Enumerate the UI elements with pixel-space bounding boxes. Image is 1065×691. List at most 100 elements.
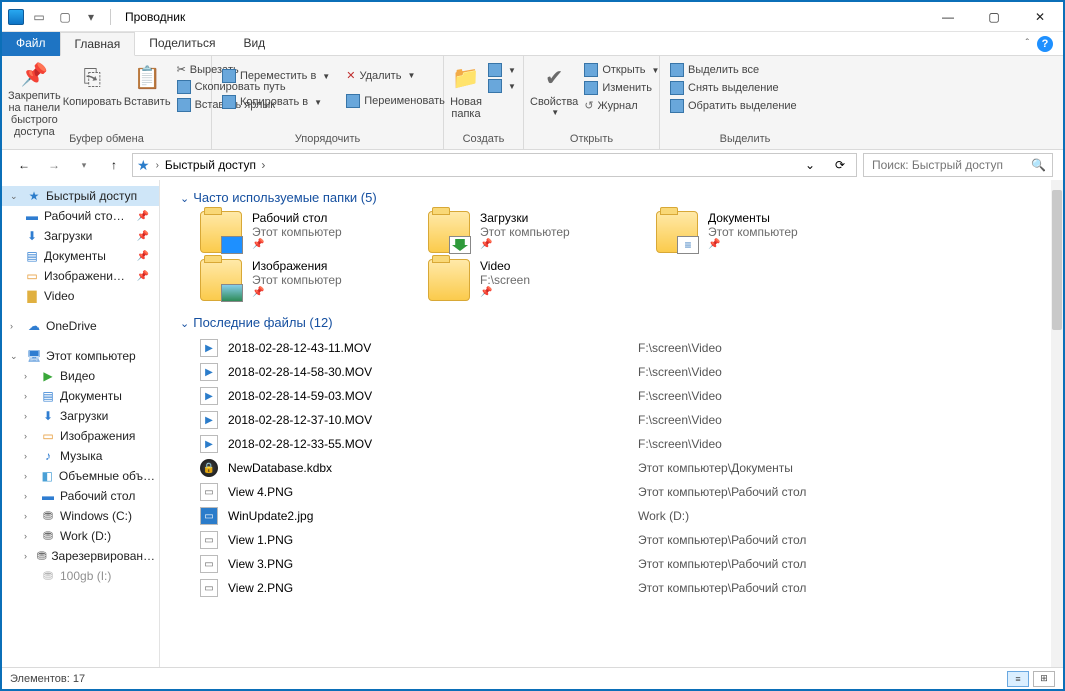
folder-icon <box>428 211 470 253</box>
tree-music[interactable]: ›♪Музыка <box>2 446 159 466</box>
file-row[interactable]: ▶ 2018-02-28-12-33-55.MOV F:\screen\Vide… <box>200 432 1041 456</box>
qa-dropdown-icon[interactable]: ▾ <box>80 6 102 28</box>
file-name: View 1.PNG <box>228 533 628 547</box>
tree-downloads[interactable]: ⬇Загрузки📌 <box>2 226 159 246</box>
tree-drive-100gb[interactable]: ⛃100gb (I:) <box>2 566 159 586</box>
tree-drive-d[interactable]: ›⛃Work (D:) <box>2 526 159 546</box>
history-button[interactable]: ↺Журнал <box>580 98 663 113</box>
file-path: F:\screen\Video <box>638 437 722 451</box>
select-none-button[interactable]: Снять выделение <box>666 80 801 96</box>
tree-pictures2[interactable]: ›▭Изображения <box>2 426 159 446</box>
tab-home[interactable]: Главная <box>60 32 136 56</box>
create-group-label: Создать <box>450 131 517 149</box>
close-button[interactable]: ✕ <box>1017 2 1063 32</box>
organize-group-label: Упорядочить <box>218 131 437 149</box>
file-row[interactable]: ▭ View 3.PNG Этот компьютер\Рабочий стол <box>200 552 1041 576</box>
pin-quick-access-button[interactable]: 📌 Закрепить на панели быстрого доступа <box>8 58 61 131</box>
tree-drive-backup[interactable]: ›⛃Зарезервирован… <box>2 546 159 566</box>
tree-3d[interactable]: ›◧Объемные объ… <box>2 466 159 486</box>
tree-documents2[interactable]: ›▤Документы <box>2 386 159 406</box>
copy-button[interactable]: ⎘ Копировать <box>63 58 122 131</box>
folder-item[interactable]: Рабочий стол Этот компьютер 📌 <box>200 211 400 253</box>
invert-selection-button[interactable]: Обратить выделение <box>666 98 801 114</box>
file-row[interactable]: ▭ View 2.PNG Этот компьютер\Рабочий стол <box>200 576 1041 600</box>
maximize-button[interactable]: ▢ <box>971 2 1017 32</box>
up-button[interactable]: ↑ <box>102 153 126 177</box>
rename-button[interactable]: Переименовать <box>342 93 449 109</box>
tree-pictures[interactable]: ▭Изображени…📌 <box>2 266 159 286</box>
file-row[interactable]: ▶ 2018-02-28-12-43-11.MOV F:\screen\Vide… <box>200 336 1041 360</box>
file-row[interactable]: ▭ View 1.PNG Этот компьютер\Рабочий стол <box>200 528 1041 552</box>
search-box[interactable]: 🔍 <box>863 153 1053 177</box>
file-row[interactable]: 🔒 NewDatabase.kdbx Этот компьютер\Докуме… <box>200 456 1041 480</box>
address-box[interactable]: ★ › Быстрый доступ ⌄ ⟳ <box>132 153 857 177</box>
easy-access-button[interactable]: ▼ <box>484 78 520 94</box>
folder-overlay-icon <box>221 236 243 254</box>
file-name: 2018-02-28-12-33-55.MOV <box>228 437 628 451</box>
open-button[interactable]: Открыть▼ <box>580 62 663 78</box>
tree-onedrive[interactable]: ›☁OneDrive <box>2 316 159 336</box>
tree-quick-access[interactable]: ⌄★Быстрый доступ <box>2 186 159 206</box>
tree-downloads2[interactable]: ›⬇Загрузки <box>2 406 159 426</box>
breadcrumb[interactable]: Быстрый доступ <box>165 158 265 172</box>
tab-share[interactable]: Поделиться <box>135 32 229 56</box>
vertical-scrollbar[interactable] <box>1051 180 1063 667</box>
scissors-icon: ✂ <box>177 63 186 76</box>
file-path: F:\screen\Video <box>638 389 722 403</box>
view-icons-button[interactable]: ⊞ <box>1033 671 1055 687</box>
search-input[interactable] <box>870 157 1031 173</box>
forward-button[interactable]: → <box>42 153 66 177</box>
new-folder-button[interactable]: 📁 Новая папка <box>450 58 482 131</box>
file-name: View 2.PNG <box>228 581 628 595</box>
file-row[interactable]: ▭ WinUpdate2.jpg Work (D:) <box>200 504 1041 528</box>
folder-item[interactable]: Загрузки Этот компьютер 📌 <box>428 211 628 253</box>
tree-desktop2[interactable]: ›▬Рабочий стол <box>2 486 159 506</box>
file-row[interactable]: ▶ 2018-02-28-14-59-03.MOV F:\screen\Vide… <box>200 384 1041 408</box>
scrollbar-thumb[interactable] <box>1052 190 1062 330</box>
document-icon: ▤ <box>24 248 40 264</box>
tree-documents[interactable]: ▤Документы📌 <box>2 246 159 266</box>
drive-icon: ⛃ <box>40 508 56 524</box>
pin-icon: 📌 <box>137 231 155 242</box>
recent-button[interactable]: ▾ <box>72 153 96 177</box>
folder-item[interactable]: Документы Этот компьютер 📌 <box>656 211 856 253</box>
breadcrumb-arrow-icon[interactable]: › <box>156 160 159 171</box>
move-to-button[interactable]: Переместить в▼ <box>218 68 334 84</box>
file-row[interactable]: ▶ 2018-02-28-12-37-10.MOV F:\screen\Vide… <box>200 408 1041 432</box>
properties-button[interactable]: ✔ Свойства▼ <box>530 58 578 131</box>
tree-this-pc[interactable]: ⌄🖥Этот компьютер <box>2 346 159 366</box>
select-all-button[interactable]: Выделить все <box>666 62 801 78</box>
new-item-button[interactable]: ▼ <box>484 62 520 78</box>
back-button[interactable]: ← <box>12 153 36 177</box>
tree-video[interactable]: ▇Video <box>2 286 159 306</box>
ribbon-collapse-icon[interactable]: ˆ <box>1026 38 1029 49</box>
folder-name: Video <box>480 259 530 273</box>
group-folders-header[interactable]: ⌄Часто используемые папки (5) <box>180 186 1041 211</box>
folder-item[interactable]: Video F:\screen 📌 <box>428 259 628 301</box>
address-dropdown-icon[interactable]: ⌄ <box>798 158 822 172</box>
paste-button[interactable]: 📋 Вставить <box>124 58 171 131</box>
file-row[interactable]: ▭ View 4.PNG Этот компьютер\Рабочий стол <box>200 480 1041 504</box>
delete-button[interactable]: ✕Удалить▼ <box>342 68 449 83</box>
file-row[interactable]: ▶ 2018-02-28-14-58-30.MOV F:\screen\Vide… <box>200 360 1041 384</box>
tree-desktop[interactable]: ▬Рабочий сто…📌 <box>2 206 159 226</box>
refresh-button[interactable]: ⟳ <box>828 158 852 172</box>
explorer-icon <box>8 9 24 25</box>
nav-tree[interactable]: ⌄★Быстрый доступ ▬Рабочий сто…📌 ⬇Загрузк… <box>2 180 160 667</box>
tab-view[interactable]: Вид <box>229 32 279 56</box>
tree-videos[interactable]: ›▶Видео <box>2 366 159 386</box>
folder-item[interactable]: Изображения Этот компьютер 📌 <box>200 259 400 301</box>
help-icon[interactable]: ? <box>1037 36 1053 52</box>
tab-file[interactable]: Файл <box>2 32 60 56</box>
copy-to-button[interactable]: Копировать в▼ <box>218 94 334 110</box>
search-icon[interactable]: 🔍 <box>1031 158 1046 172</box>
qa-properties-icon[interactable]: ▢ <box>54 6 76 28</box>
minimize-button[interactable]: — <box>925 2 971 32</box>
file-path: Этот компьютер\Рабочий стол <box>638 533 806 547</box>
qa-new-folder-icon[interactable]: ▭ <box>28 6 50 28</box>
pin-icon: 📌 <box>252 287 342 298</box>
edit-button[interactable]: Изменить <box>580 80 663 96</box>
view-details-button[interactable]: ≡ <box>1007 671 1029 687</box>
tree-drive-c[interactable]: ›⛃Windows (C:) <box>2 506 159 526</box>
group-files-header[interactable]: ⌄Последние файлы (12) <box>180 311 1041 336</box>
